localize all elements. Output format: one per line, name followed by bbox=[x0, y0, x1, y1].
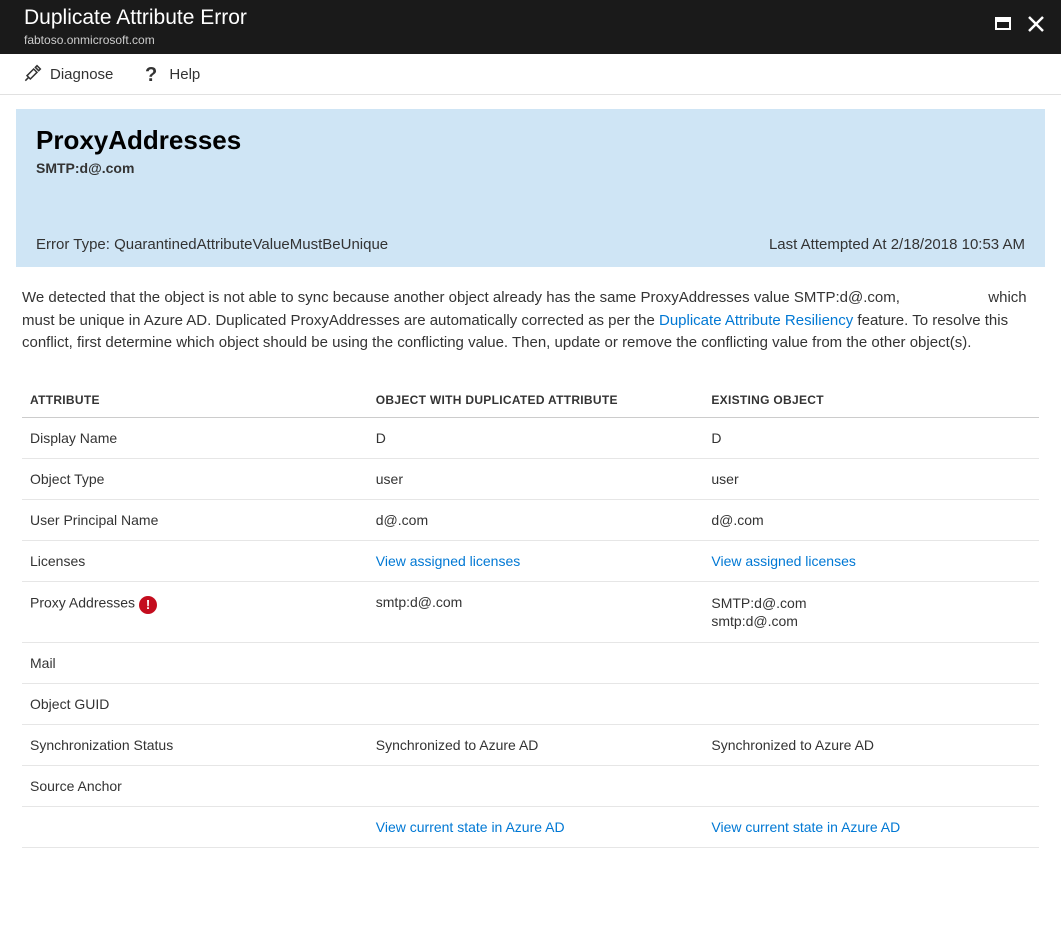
dup-cell: user bbox=[368, 458, 704, 499]
exist-cell: SMTP:d@.comsmtp:d@.com bbox=[703, 581, 1039, 642]
diagnose-label: Diagnose bbox=[50, 66, 113, 83]
table-row: Object GUID bbox=[22, 683, 1039, 724]
description-text: We detected that the object is not able … bbox=[2, 287, 1059, 355]
help-button[interactable]: ? Help bbox=[141, 64, 200, 84]
attribute-name: ProxyAddresses bbox=[36, 125, 1025, 156]
close-icon[interactable] bbox=[1027, 15, 1045, 38]
toolbar: Diagnose ? Help bbox=[0, 54, 1061, 95]
attr-cell: Licenses bbox=[22, 540, 368, 581]
error-type: Error Type: QuarantinedAttributeValueMus… bbox=[36, 236, 388, 253]
attr-cell: User Principal Name bbox=[22, 499, 368, 540]
help-icon: ? bbox=[141, 64, 161, 84]
exist-cell: d@.com bbox=[703, 499, 1039, 540]
table-row: Proxy Addresses!smtp:d@.comSMTP:d@.comsm… bbox=[22, 581, 1039, 642]
table-row: Mail bbox=[22, 642, 1039, 683]
col-header-duplicated: OBJECT WITH DUPLICATED ATTRIBUTE bbox=[368, 383, 704, 418]
exist-cell bbox=[703, 765, 1039, 806]
summary-panel: ProxyAddresses SMTP:d@.com Error Type: Q… bbox=[16, 109, 1045, 267]
attr-cell: Object Type bbox=[22, 458, 368, 499]
dup-cell[interactable]: View assigned licenses bbox=[368, 540, 704, 581]
table-row: LicensesView assigned licensesView assig… bbox=[22, 540, 1039, 581]
exist-cell: Synchronized to Azure AD bbox=[703, 724, 1039, 765]
wrench-icon bbox=[22, 64, 42, 84]
attr-cell: Mail bbox=[22, 642, 368, 683]
attr-cell: Display Name bbox=[22, 417, 368, 458]
resiliency-link[interactable]: Duplicate Attribute Resiliency bbox=[659, 312, 853, 329]
col-header-existing: EXISTING OBJECT bbox=[703, 383, 1039, 418]
attr-cell: Proxy Addresses! bbox=[22, 581, 368, 642]
exist-cell[interactable]: View assigned licenses bbox=[703, 540, 1039, 581]
table-row: Synchronization StatusSynchronized to Az… bbox=[22, 724, 1039, 765]
attribute-table: ATTRIBUTE OBJECT WITH DUPLICATED ATTRIBU… bbox=[22, 383, 1039, 848]
window-title: Duplicate Attribute Error bbox=[24, 5, 995, 30]
exist-cell bbox=[703, 683, 1039, 724]
diagnose-button[interactable]: Diagnose bbox=[22, 64, 113, 84]
dup-cell: d@.com bbox=[368, 499, 704, 540]
col-header-attribute: ATTRIBUTE bbox=[22, 383, 368, 418]
help-label: Help bbox=[169, 66, 200, 83]
svg-text:?: ? bbox=[145, 64, 157, 84]
dup-cell: Synchronized to Azure AD bbox=[368, 724, 704, 765]
table-row: User Principal Named@.comd@.com bbox=[22, 499, 1039, 540]
exist-cell bbox=[703, 642, 1039, 683]
dup-cell[interactable]: View current state in Azure AD bbox=[368, 806, 704, 847]
dup-cell bbox=[368, 765, 704, 806]
attr-cell: Synchronization Status bbox=[22, 724, 368, 765]
table-row: View current state in Azure ADView curre… bbox=[22, 806, 1039, 847]
last-attempted: Last Attempted At 2/18/2018 10:53 AM bbox=[769, 236, 1025, 253]
table-row: Object Typeuseruser bbox=[22, 458, 1039, 499]
exist-cell: user bbox=[703, 458, 1039, 499]
attr-cell: Object GUID bbox=[22, 683, 368, 724]
dup-cell: D bbox=[368, 417, 704, 458]
tenant-name: fabtoso.onmicrosoft.com bbox=[24, 33, 995, 47]
attr-cell bbox=[22, 806, 368, 847]
dup-cell: smtp:d@.com bbox=[368, 581, 704, 642]
table-row: Source Anchor bbox=[22, 765, 1039, 806]
dup-cell bbox=[368, 683, 704, 724]
attr-cell: Source Anchor bbox=[22, 765, 368, 806]
titlebar: Duplicate Attribute Error fabtoso.onmicr… bbox=[0, 0, 1061, 54]
maximize-icon[interactable] bbox=[995, 15, 1013, 36]
exist-cell: D bbox=[703, 417, 1039, 458]
exist-cell[interactable]: View current state in Azure AD bbox=[703, 806, 1039, 847]
dup-cell bbox=[368, 642, 704, 683]
attribute-value: SMTP:d@.com bbox=[36, 160, 1025, 176]
table-row: Display NameDD bbox=[22, 417, 1039, 458]
desc-part1: We detected that the object is not able … bbox=[22, 289, 900, 306]
error-badge-icon: ! bbox=[139, 596, 157, 614]
